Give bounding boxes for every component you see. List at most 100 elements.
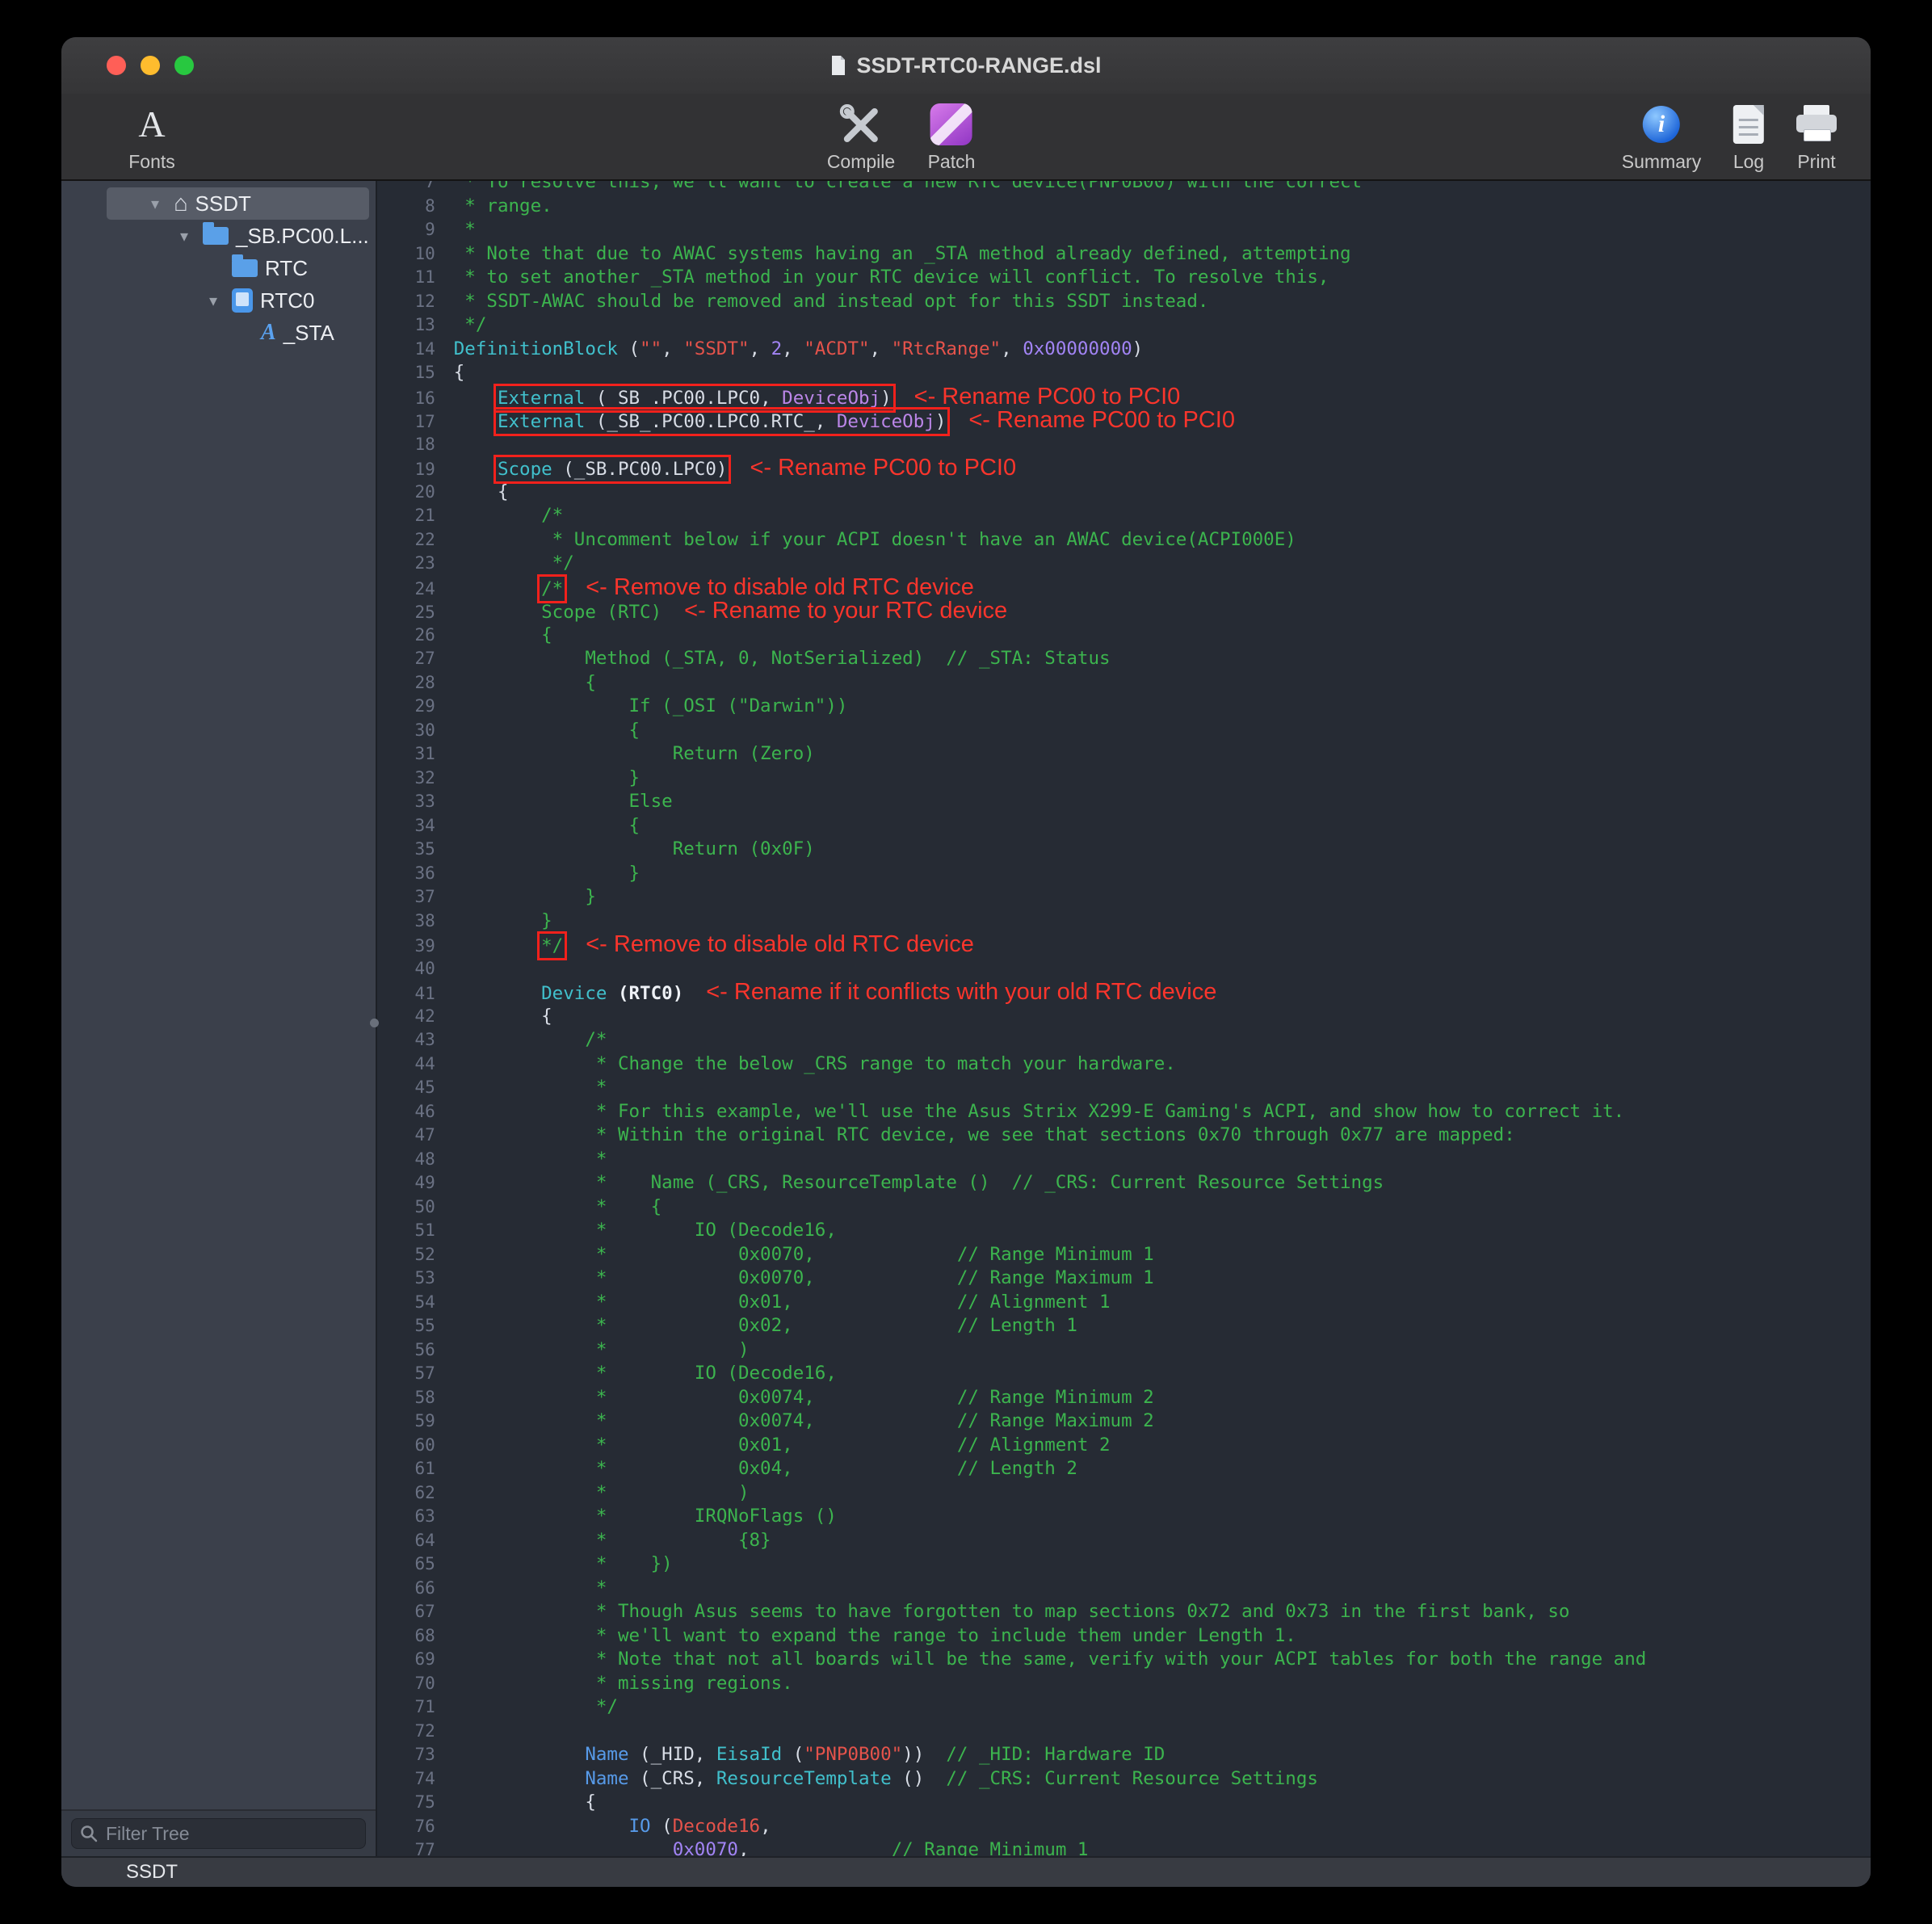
folder-icon <box>203 227 229 245</box>
traffic-lights <box>107 56 194 75</box>
code-line: 74 Name (_CRS, ResourceTemplate () // _C… <box>377 1767 1871 1792</box>
line-number: 41 <box>377 982 435 1006</box>
line-number: 34 <box>377 814 435 838</box>
code-line: 46 * For this example, we'll use the Asu… <box>377 1100 1871 1124</box>
line-number: 37 <box>377 885 435 909</box>
code-line: 33 Else <box>377 790 1871 814</box>
log-label: Log <box>1733 151 1764 173</box>
code-line: 28 { <box>377 671 1871 695</box>
code-line: 72 <box>377 1720 1871 1744</box>
filter-tree-field[interactable] <box>71 1818 366 1849</box>
code-line: 62 * ) <box>377 1481 1871 1506</box>
code-line: 51 * IO (Decode16, <box>377 1219 1871 1243</box>
fonts-button[interactable]: A Fonts <box>128 100 175 173</box>
window-title: SSDT-RTC0-RANGE.dsl <box>830 53 1101 78</box>
line-number: 16 <box>377 387 435 411</box>
line-number: 10 <box>377 242 435 267</box>
code-line: 11 * to set another _STA method in your … <box>377 266 1871 290</box>
line-number: 20 <box>377 481 435 505</box>
folder-icon <box>232 259 258 277</box>
chevron-down-icon[interactable]: ▾ <box>173 226 195 246</box>
line-number: 31 <box>377 742 435 767</box>
line-number: 63 <box>377 1505 435 1529</box>
code-line: 71 */ <box>377 1695 1871 1720</box>
log-button[interactable]: Log <box>1733 100 1764 173</box>
line-number: 59 <box>377 1409 435 1434</box>
code-line: 73 Name (_HID, EisaId ("PNP0B00")) // _H… <box>377 1743 1871 1767</box>
sidebar-item-label: RTC0 <box>260 288 314 313</box>
annotation-box: */ <box>541 935 563 956</box>
print-label: Print <box>1797 151 1835 173</box>
annotation-text: <- Remove to disable old RTC device <box>586 574 974 600</box>
code-line: 42 { <box>377 1005 1871 1029</box>
code-line: 32 } <box>377 767 1871 791</box>
line-number: 29 <box>377 695 435 719</box>
code-line: 16 External (_SB_.PC00.LPC0, DeviceObj) <… <box>377 385 1871 410</box>
code-line: 22 * Uncomment below if your ACPI doesn'… <box>377 528 1871 552</box>
info-icon: i <box>1643 106 1680 143</box>
sidebar-item-rtc0[interactable]: ▾ RTC0 <box>107 284 369 317</box>
patch-button[interactable]: Patch <box>928 100 976 173</box>
sidebar: ▾⌂SSDT▾_SB.PC00.L...RTC▾RTC0A_STA <box>61 181 377 1856</box>
code-line: 18 <box>377 433 1871 457</box>
line-number: 52 <box>377 1243 435 1267</box>
print-button[interactable]: Print <box>1795 100 1838 173</box>
summary-button[interactable]: i Summary <box>1622 100 1701 173</box>
code-editor[interactable]: 7 * To resolve this, we'll want to creat… <box>377 181 1871 1856</box>
zoom-button[interactable] <box>174 56 194 75</box>
line-number: 74 <box>377 1767 435 1792</box>
code-line: 14DefinitionBlock ("", "SSDT", 2, "ACDT"… <box>377 338 1871 362</box>
code-line: 41 Device (RTC0)<- Rename if it conflict… <box>377 981 1871 1005</box>
line-number: 46 <box>377 1100 435 1124</box>
line-number: 42 <box>377 1005 435 1029</box>
chevron-down-icon[interactable]: ▾ <box>144 194 166 214</box>
line-number: 70 <box>377 1672 435 1696</box>
code-line: 44 * Change the below _CRS range to matc… <box>377 1052 1871 1077</box>
maciasl-window: SSDT-RTC0-RANGE.dsl A Fonts Compile Patc… <box>61 37 1871 1887</box>
code-line: 27 Method (_STA, 0, NotSerialized) // _S… <box>377 647 1871 671</box>
code-line: 35 Return (0x0F) <box>377 838 1871 862</box>
code-line: 52 * 0x0070, // Range Minimum 1 <box>377 1243 1871 1267</box>
line-number: 19 <box>377 458 435 482</box>
line-number: 26 <box>377 624 435 648</box>
code-line: 45 * <box>377 1076 1871 1100</box>
close-button[interactable] <box>107 56 126 75</box>
filter-tree-input[interactable] <box>104 1822 357 1846</box>
line-number: 22 <box>377 528 435 552</box>
code-line: 7 * To resolve this, we'll want to creat… <box>377 181 1871 195</box>
patch-icon <box>930 103 972 145</box>
code-line: 36 } <box>377 862 1871 886</box>
line-number: 24 <box>377 578 435 602</box>
line-number: 61 <box>377 1457 435 1481</box>
splitter-handle[interactable] <box>370 1019 379 1027</box>
chevron-down-icon[interactable]: ▾ <box>202 291 225 311</box>
sidebar-item-rtc[interactable]: RTC <box>107 252 369 284</box>
code-line: 38 } <box>377 909 1871 934</box>
sidebar-item-label: _SB.PC00.L... <box>236 224 369 249</box>
line-number: 50 <box>377 1195 435 1220</box>
sidebar-item-label: SSDT <box>195 191 251 216</box>
code-line: 29 If (_OSI ("Darwin")) <box>377 695 1871 719</box>
sidebar-item-ssdt[interactable]: ▾⌂SSDT <box>107 187 369 220</box>
compile-button[interactable]: Compile <box>827 100 895 173</box>
line-number: 67 <box>377 1600 435 1624</box>
toolbar: A Fonts Compile Patch i Summary <box>61 94 1871 181</box>
line-number: 65 <box>377 1552 435 1577</box>
line-number: 40 <box>377 957 435 981</box>
line-number: 32 <box>377 767 435 791</box>
compile-label: Compile <box>827 151 895 173</box>
line-number: 33 <box>377 790 435 814</box>
code-line: 30 { <box>377 719 1871 743</box>
annotation-box: External (_SB_.PC00.LPC0, DeviceObj) <box>498 388 892 409</box>
code-line: 10 * Note that due to AWAC systems havin… <box>377 242 1871 267</box>
minimize-button[interactable] <box>141 56 160 75</box>
sidebar-item-sbpc00l[interactable]: ▾ _SB.PC00.L... <box>107 220 369 252</box>
annotation-text: <- Rename PC00 to PCI0 <box>914 384 1181 410</box>
line-number: 11 <box>377 266 435 290</box>
line-number: 56 <box>377 1338 435 1363</box>
line-number: 77 <box>377 1838 435 1856</box>
sidebar-item-sta[interactable]: A_STA <box>107 317 369 349</box>
code-line: 23 */ <box>377 552 1871 576</box>
code-line: 65 * }) <box>377 1552 1871 1577</box>
code-line: 40 <box>377 957 1871 981</box>
